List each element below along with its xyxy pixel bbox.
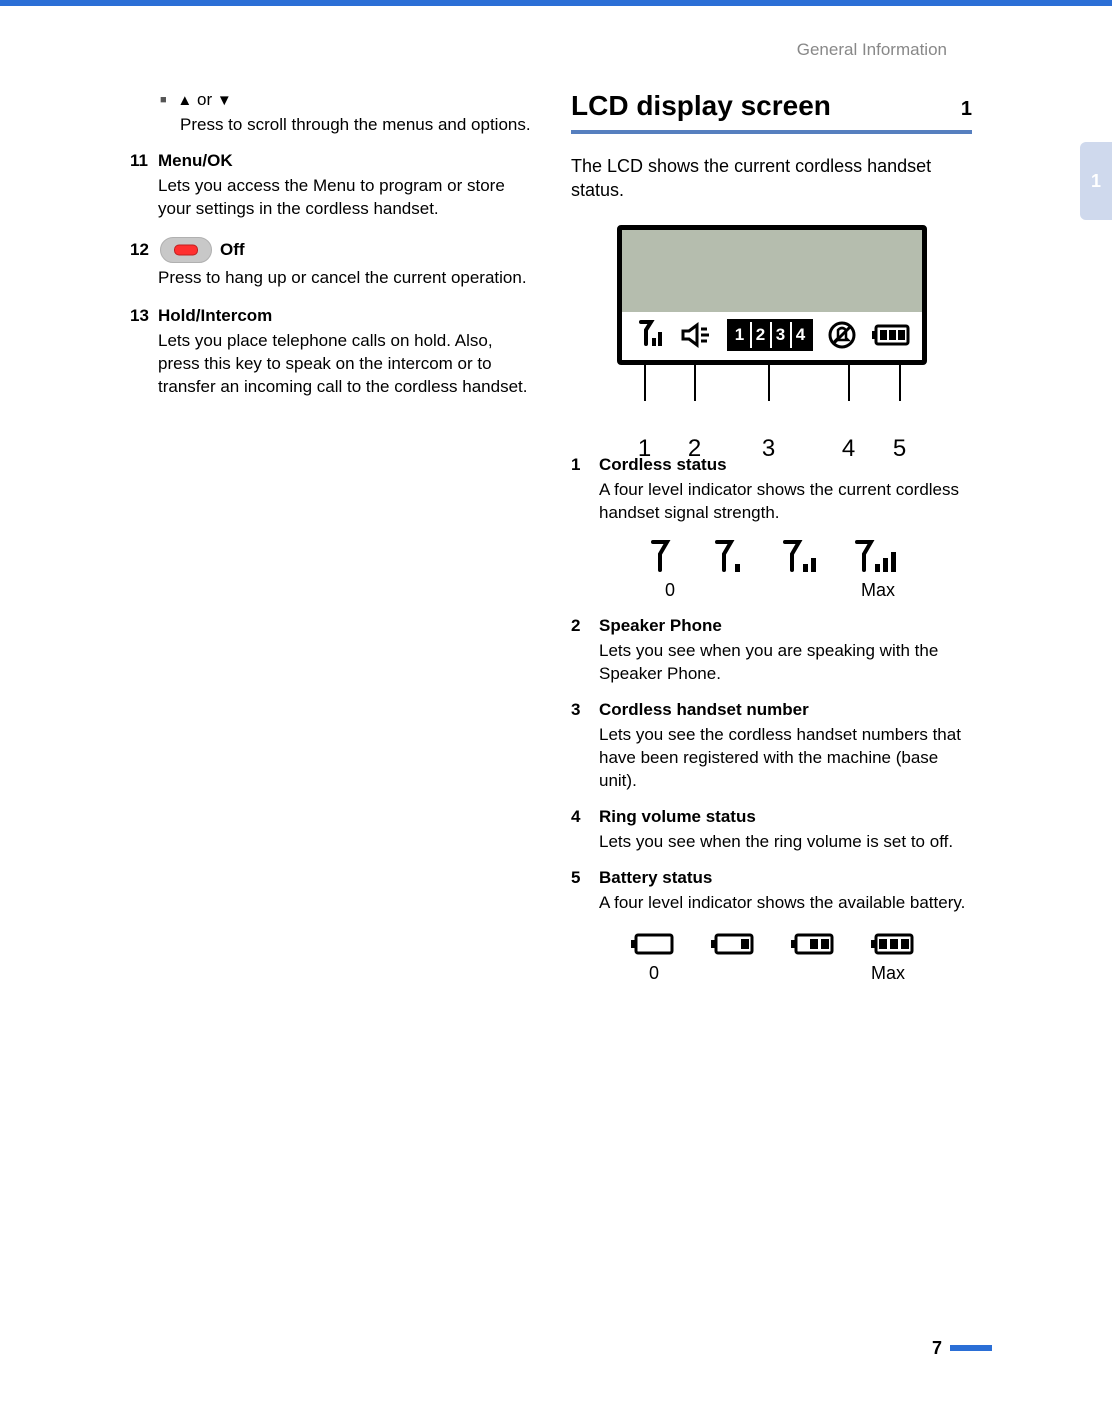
item-title: Off (220, 240, 245, 260)
callout-label: 3 (762, 435, 775, 463)
or-word: or (197, 90, 212, 109)
square-bullet-icon: ■ (160, 94, 167, 106)
item-row: 11 Menu/OK (130, 151, 531, 171)
signal-levels-figure (571, 540, 972, 574)
legend-item: 3 Cordless handset number (571, 700, 972, 720)
level-max-label: Max (861, 580, 895, 601)
callout-label: 2 (688, 435, 701, 463)
item-title: Menu/OK (158, 151, 233, 171)
callout-label: 1 (638, 435, 651, 463)
legend-title: Speaker Phone (599, 616, 722, 636)
lcd-frame: 1 2 3 4 (617, 225, 927, 365)
section-heading: LCD display screen (571, 90, 831, 122)
footer-accent-bar (950, 1345, 992, 1351)
battery-level-1-icon (709, 931, 755, 957)
section-tag: 1 (961, 98, 972, 121)
item-number: 11 (130, 151, 158, 171)
item-number: 13 (130, 306, 158, 326)
section-rule (571, 130, 972, 134)
item-number: 12 (130, 240, 158, 260)
item-desc: Lets you place telephone calls on hold. … (158, 330, 531, 399)
legend-title: Battery status (599, 868, 712, 888)
running-head: General Information (797, 40, 947, 60)
level-min-label: 0 (649, 963, 659, 984)
callout-label: 4 (842, 435, 855, 463)
legend-number: 4 (571, 807, 599, 827)
signal-level-0-icon (645, 540, 677, 574)
signal-icon (633, 320, 667, 350)
battery-level-labels: 0 Max (571, 963, 972, 987)
handset-digit: 2 (750, 322, 770, 348)
signal-level-2-icon (781, 540, 821, 574)
item-row: 13 Hold/Intercom (130, 306, 531, 326)
callout-label: 5 (893, 435, 906, 463)
legend-item: 4 Ring volume status (571, 807, 972, 827)
legend-item: 5 Battery status (571, 868, 972, 888)
item-desc: Lets you access the Menu to program or s… (158, 175, 531, 221)
top-accent-bar (0, 0, 1112, 6)
battery-levels-figure (571, 931, 972, 957)
legend-title: Cordless status (599, 455, 727, 475)
legend-desc: A four level indicator shows the availab… (599, 892, 972, 915)
lcd-icon-row: 1 2 3 4 (622, 315, 922, 355)
up-triangle-icon: ▲ (177, 92, 192, 109)
legend-desc: Lets you see when you are speaking with … (599, 640, 972, 686)
level-max-label: Max (871, 963, 905, 984)
legend-desc: Lets you see when the ring volume is set… (599, 831, 972, 854)
bell-off-icon (827, 320, 857, 350)
handset-number-box: 1 2 3 4 (727, 319, 813, 351)
battery-level-3-icon (869, 931, 915, 957)
battery-icon (871, 323, 911, 347)
signal-level-labels: 0 Max (571, 580, 972, 604)
legend-desc: Lets you see the cordless handset number… (599, 724, 972, 793)
item-row: 12 Off (130, 237, 531, 263)
left-column: ■ ▲ or ▼ Press to scroll through the men… (130, 90, 531, 999)
arrow-bullet-line: ■ ▲ or ▼ (160, 90, 531, 110)
handset-digit: 1 (730, 322, 750, 348)
legend-number: 5 (571, 868, 599, 888)
lcd-top-area (622, 230, 922, 312)
legend-title: Ring volume status (599, 807, 756, 827)
legend-item: 2 Speaker Phone (571, 616, 972, 636)
section-intro: The LCD shows the current cordless hands… (571, 154, 972, 203)
level-min-label: 0 (665, 580, 675, 601)
legend-desc: A four level indicator shows the current… (599, 479, 972, 525)
lcd-figure: 1 2 3 4 (617, 225, 927, 435)
legend-number: 2 (571, 616, 599, 636)
legend-title: Cordless handset number (599, 700, 809, 720)
handset-digit: 4 (790, 322, 810, 348)
signal-level-1-icon (711, 540, 747, 574)
arrow-desc: Press to scroll through the menus and op… (180, 114, 531, 137)
item-title: Hold/Intercom (158, 306, 272, 326)
signal-level-3-icon (855, 540, 899, 574)
right-column: LCD display screen 1 The LCD shows the c… (571, 90, 972, 999)
page-number: 7 (932, 1338, 942, 1359)
item-desc: Press to hang up or cancel the current o… (158, 267, 531, 290)
legend-number: 1 (571, 455, 599, 475)
down-triangle-icon: ▼ (217, 92, 232, 109)
page-content: ■ ▲ or ▼ Press to scroll through the men… (130, 90, 972, 1321)
battery-level-0-icon (629, 931, 675, 957)
legend-number: 3 (571, 700, 599, 720)
chapter-tab: 1 (1080, 142, 1112, 220)
handset-digit: 3 (770, 322, 790, 348)
battery-level-2-icon (789, 931, 835, 957)
speaker-icon (681, 321, 713, 349)
off-key-icon (160, 237, 212, 263)
lcd-callouts: 1 2 3 4 5 (617, 365, 927, 435)
